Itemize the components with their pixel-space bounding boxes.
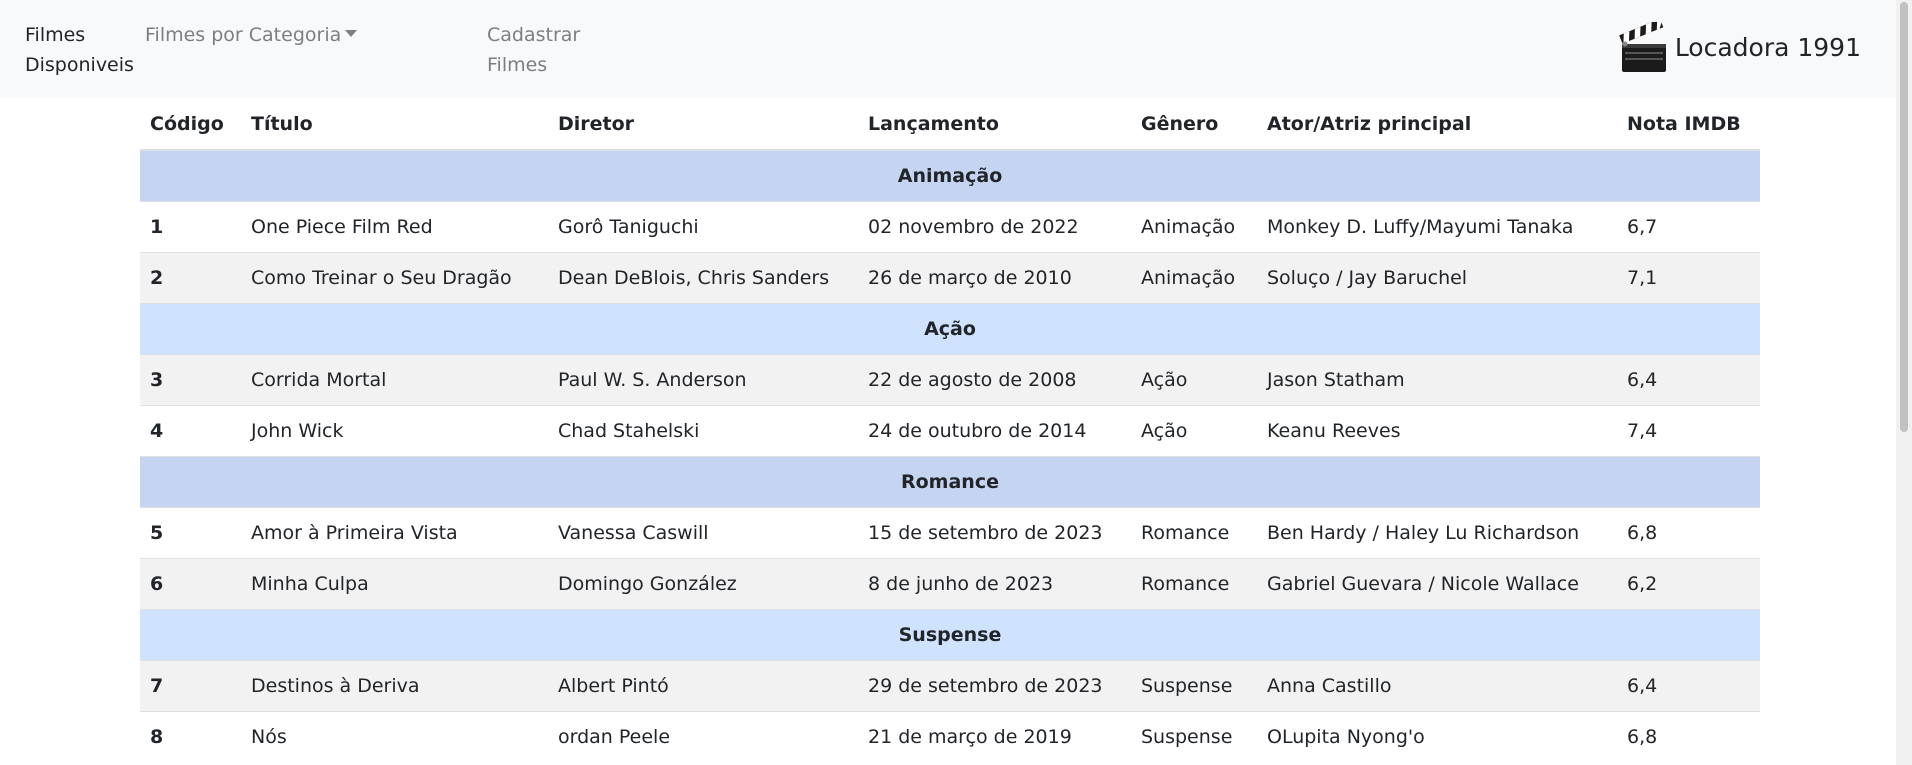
header-codigo: Código: [140, 98, 241, 151]
navbar: Filmes Disponiveis Filmes por Categoria …: [0, 0, 1896, 98]
cell-diretor: Dean DeBlois, Chris Sanders: [548, 251, 858, 303]
table-row: 3 Corrida Mortal Paul W. S. Anderson 22 …: [140, 353, 1760, 405]
cell-genero: Animação: [1131, 251, 1257, 303]
category-label: Suspense: [140, 608, 1760, 660]
cell-ator: Monkey D. Luffy/Mayumi Tanaka: [1257, 200, 1617, 252]
cell-nota: 6,4: [1617, 353, 1760, 405]
cell-genero: Ação: [1131, 404, 1257, 456]
movies-table-container: Código Título Diretor Lançamento Gênero …: [140, 98, 1760, 762]
header-lancamento: Lançamento: [858, 98, 1131, 151]
cell-diretor: Chad Stahelski: [548, 404, 858, 456]
cell-diretor: ordan Peele: [548, 710, 858, 762]
table-row: 6 Minha Culpa Domingo González 8 de junh…: [140, 557, 1760, 609]
cell-nota: 6,8: [1617, 710, 1760, 762]
cell-nota: 6,2: [1617, 557, 1760, 609]
category-row: Romance: [140, 455, 1760, 507]
cell-diretor: Vanessa Caswill: [548, 506, 858, 558]
cell-genero: Romance: [1131, 506, 1257, 558]
nav-filmes-por-categoria-label: Filmes por Categoria: [145, 24, 342, 46]
cell-titulo: Como Treinar o Seu Dragão: [241, 251, 548, 303]
cell-nota: 6,8: [1617, 506, 1760, 558]
nav-filmes-por-categoria-dropdown[interactable]: Filmes por Categoria: [145, 20, 358, 50]
cell-lancamento: 02 novembro de 2022: [858, 200, 1131, 252]
cell-ator: Ben Hardy / Haley Lu Richardson: [1257, 506, 1617, 558]
cell-diretor: Gorô Taniguchi: [548, 200, 858, 252]
cell-ator: Keanu Reeves: [1257, 404, 1617, 456]
caret-down-icon: [345, 30, 358, 37]
cell-titulo: Minha Culpa: [241, 557, 548, 609]
header-ator: Ator/Atriz principal: [1257, 98, 1617, 151]
cell-codigo: 3: [140, 353, 241, 405]
cell-lancamento: 29 de setembro de 2023: [858, 659, 1131, 711]
cell-titulo: Destinos à Deriva: [241, 659, 548, 711]
table-row: 2 Como Treinar o Seu Dragão Dean DeBlois…: [140, 251, 1760, 303]
nav-cadastrar-filmes[interactable]: Cadastrar Filmes: [487, 20, 587, 80]
cell-genero: Romance: [1131, 557, 1257, 609]
cell-lancamento: 24 de outubro de 2014: [858, 404, 1131, 456]
table-body: Animação 1 One Piece Film Red Gorô Tanig…: [140, 149, 1760, 762]
table-header: Código Título Diretor Lançamento Gênero …: [140, 98, 1760, 151]
brand-title: Locadora 1991: [1674, 33, 1861, 62]
header-nota: Nota IMDB: [1617, 98, 1760, 151]
cell-codigo: 5: [140, 506, 241, 558]
cell-ator: Anna Castillo: [1257, 659, 1617, 711]
table-row: 7 Destinos à Deriva Albert Pintó 29 de s…: [140, 659, 1760, 711]
cell-ator: Jason Statham: [1257, 353, 1617, 405]
movies-table: Código Título Diretor Lançamento Gênero …: [140, 98, 1760, 762]
cell-titulo: John Wick: [241, 404, 548, 456]
cell-codigo: 6: [140, 557, 241, 609]
scrollbar-thumb[interactable]: [1900, 2, 1908, 432]
cell-genero: Suspense: [1131, 659, 1257, 711]
cell-nota: 6,7: [1617, 200, 1760, 252]
table-row: 8 Nós ordan Peele 21 de março de 2019 Su…: [140, 710, 1760, 762]
header-diretor: Diretor: [548, 98, 858, 151]
cell-titulo: One Piece Film Red: [241, 200, 548, 252]
category-label: Ação: [140, 302, 1760, 354]
cell-nota: 7,1: [1617, 251, 1760, 303]
cell-titulo: Nós: [241, 710, 548, 762]
table-row: 4 John Wick Chad Stahelski 24 de outubro…: [140, 404, 1760, 456]
cell-diretor: Albert Pintó: [548, 659, 858, 711]
cell-titulo: Amor à Primeira Vista: [241, 506, 548, 558]
cell-nota: 7,4: [1617, 404, 1760, 456]
cell-codigo: 8: [140, 710, 241, 762]
cell-codigo: 4: [140, 404, 241, 456]
cell-titulo: Corrida Mortal: [241, 353, 548, 405]
category-row: Suspense: [140, 608, 1760, 660]
cell-genero: Ação: [1131, 353, 1257, 405]
cell-genero: Suspense: [1131, 710, 1257, 762]
cell-ator: Gabriel Guevara / Nicole Wallace: [1257, 557, 1617, 609]
cell-genero: Animação: [1131, 200, 1257, 252]
cell-lancamento: 15 de setembro de 2023: [858, 506, 1131, 558]
cell-codigo: 2: [140, 251, 241, 303]
cell-diretor: Paul W. S. Anderson: [548, 353, 858, 405]
category-row: Ação: [140, 302, 1760, 354]
clapperboard-icon: [1618, 22, 1666, 72]
vertical-scrollbar[interactable]: [1896, 0, 1912, 765]
cell-diretor: Domingo González: [548, 557, 858, 609]
brand-link[interactable]: Locadora 1991: [1618, 20, 1861, 76]
cell-ator: OLupita Nyong'o: [1257, 710, 1617, 762]
cell-ator: Soluço / Jay Baruchel: [1257, 251, 1617, 303]
category-label: Animação: [140, 149, 1760, 201]
category-label: Romance: [140, 455, 1760, 507]
header-titulo: Título: [241, 98, 548, 151]
header-row: Código Título Diretor Lançamento Gênero …: [140, 98, 1760, 151]
cell-lancamento: 26 de março de 2010: [858, 251, 1131, 303]
nav-filmes-disponiveis[interactable]: Filmes Disponiveis: [25, 20, 145, 80]
cell-codigo: 1: [140, 200, 241, 252]
cell-lancamento: 8 de junho de 2023: [858, 557, 1131, 609]
category-row: Animação: [140, 149, 1760, 201]
cell-nota: 6,4: [1617, 659, 1760, 711]
cell-codigo: 7: [140, 659, 241, 711]
header-genero: Gênero: [1131, 98, 1257, 151]
table-row: 5 Amor à Primeira Vista Vanessa Caswill …: [140, 506, 1760, 558]
cell-lancamento: 21 de março de 2019: [858, 710, 1131, 762]
cell-lancamento: 22 de agosto de 2008: [858, 353, 1131, 405]
table-row: 1 One Piece Film Red Gorô Taniguchi 02 n…: [140, 200, 1760, 252]
